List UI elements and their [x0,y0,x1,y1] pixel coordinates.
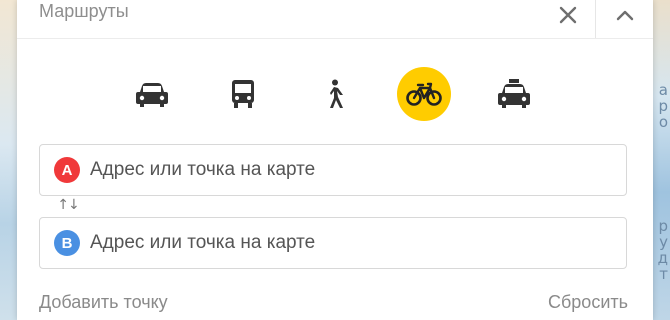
panel-header: Маршруты [17,0,653,39]
header-divider [595,0,596,38]
reset-link[interactable]: Сбросить [548,292,628,313]
route-to-placeholder: Адрес или точка на карте [90,232,316,253]
map-label: у [659,233,668,251]
marker-a-icon: A [54,157,80,183]
marker-b-icon: B [54,230,80,256]
transport-modes [17,67,653,121]
map-label: р [658,97,668,115]
bicycle-icon [406,82,442,106]
routes-panel: Маршруты A Адрес или точка на карте ↑↓ B… [17,0,653,320]
car-icon [136,83,168,107]
panel-title: Маршруты [39,1,129,21]
chevron-up-icon [616,10,634,21]
pedestrian-icon [330,79,343,108]
map-label: р [658,217,668,235]
bus-icon [232,80,254,108]
add-point-link[interactable]: Добавить точку [39,292,168,313]
close-icon [559,6,577,24]
map-label: а [658,81,668,99]
mode-bike-button[interactable] [397,67,451,121]
map-label: о [658,113,668,131]
swap-route-button[interactable]: ↑↓ [55,196,81,214]
mode-taxi-button[interactable] [487,67,541,121]
mode-walk-button[interactable] [307,67,361,121]
route-from-field[interactable]: A Адрес или точка на карте [39,144,627,196]
mode-car-button[interactable] [125,67,179,121]
map-strip-left [0,0,18,320]
route-to-field[interactable]: B Адрес или точка на карте [39,217,627,269]
map-label: т [659,265,668,283]
route-from-placeholder: Адрес или точка на карте [90,159,316,180]
map-label: д [657,249,668,267]
collapse-button[interactable] [607,0,643,30]
taxi-icon [498,79,530,108]
mode-transit-button[interactable] [216,67,270,121]
close-button[interactable] [549,0,587,30]
